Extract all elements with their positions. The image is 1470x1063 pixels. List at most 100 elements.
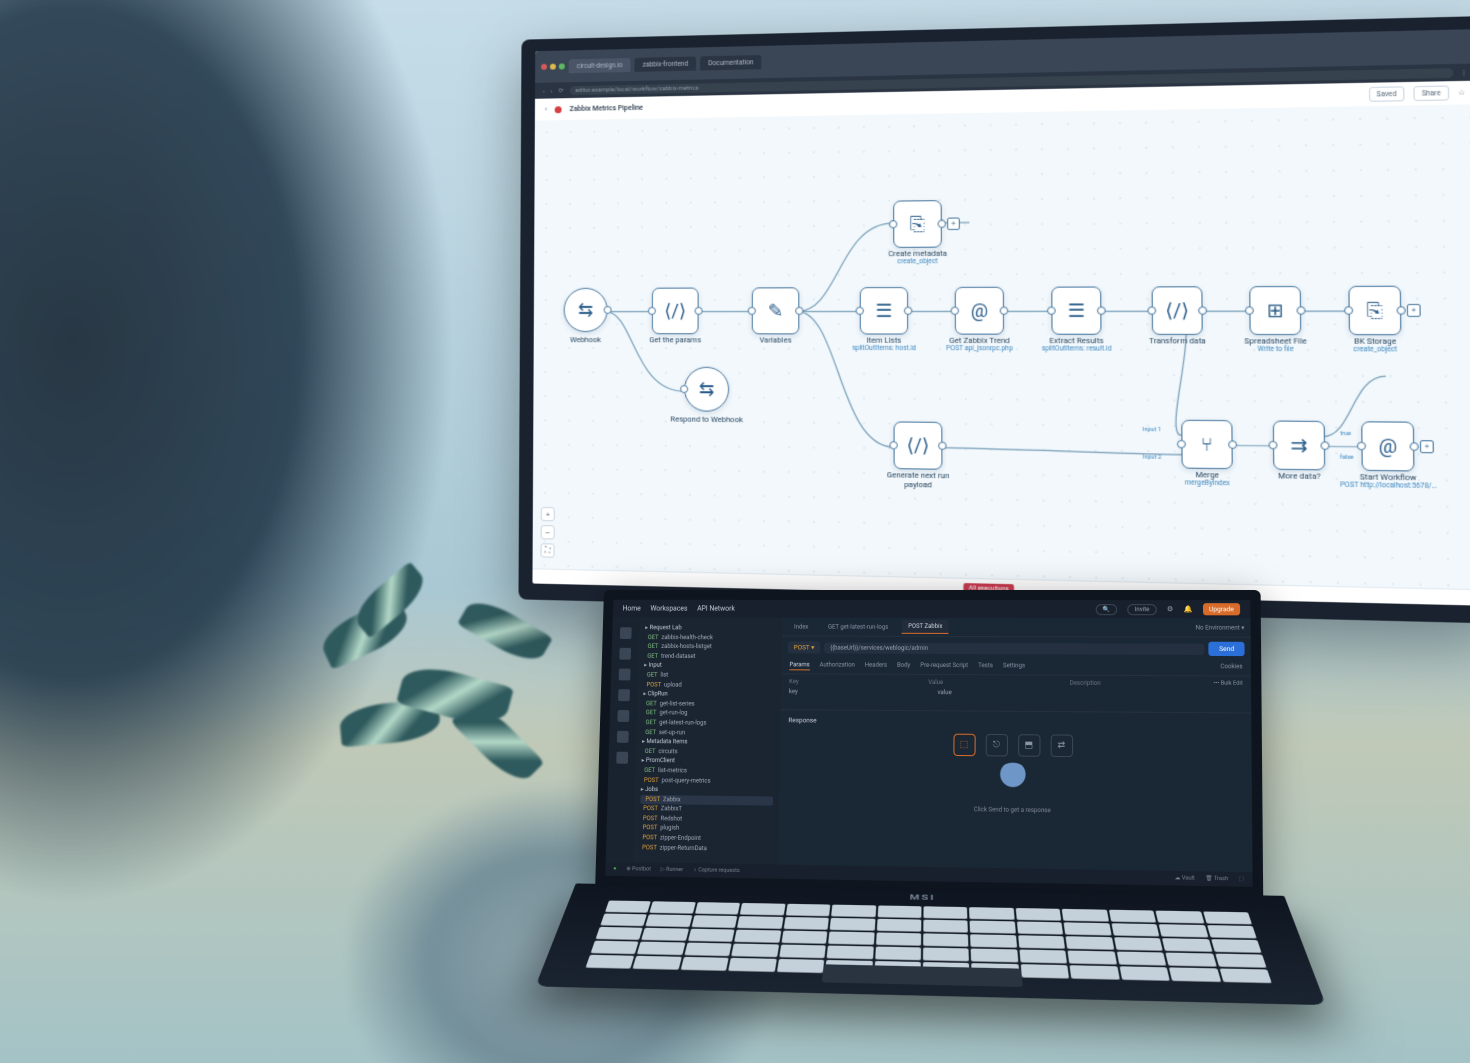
node-generate-next-payload[interactable]: ⟨/⟩ Generate next run payload	[894, 421, 943, 469]
subtab-tests[interactable]: Tests	[978, 662, 993, 671]
keyboard-key[interactable]	[600, 913, 647, 926]
tree-request[interactable]: GETzabbix-health-check	[645, 633, 776, 643]
nav-workspaces[interactable]: Workspaces	[650, 605, 687, 613]
tree-request[interactable]: POSTzipper-ReturnData	[639, 843, 772, 855]
keyboard-key[interactable]	[1207, 925, 1257, 939]
settings-icon[interactable]: ⚙	[1167, 605, 1173, 613]
monitors-icon[interactable]	[617, 710, 629, 722]
keyboard-key[interactable]	[827, 945, 874, 959]
keyboard-key[interactable]	[1018, 935, 1065, 949]
node-get-params[interactable]: ⟨/⟩ Get the params	[652, 288, 699, 335]
keyboard-key[interactable]	[828, 931, 874, 945]
keyboard-key[interactable]	[691, 915, 737, 928]
browser-tab[interactable]: zabbix-frontend	[634, 56, 696, 71]
add-node-icon[interactable]: +	[1420, 440, 1434, 453]
subtab-body[interactable]: Body	[897, 662, 910, 671]
keyboard-key[interactable]	[740, 903, 785, 916]
keyboard-key[interactable]	[923, 906, 967, 919]
params-table[interactable]: ••• Bulk Edit Key Value Description key …	[781, 674, 1251, 704]
node-extract-results[interactable]: ☰ Extract ResultssplitOutItems: result.i…	[1051, 287, 1101, 335]
browser-tab[interactable]: Documentation	[700, 55, 762, 70]
tool-link-icon[interactable]: ⇄	[1050, 735, 1072, 758]
keyboard-key[interactable]	[585, 955, 634, 969]
keyboard-key[interactable]	[1211, 939, 1262, 953]
keyboard-key[interactable]	[1019, 949, 1067, 963]
nav-api-network[interactable]: API Network	[697, 605, 735, 613]
keyboard-key[interactable]	[1062, 909, 1109, 922]
tree-request[interactable]: GETzabbix-hosts-listget	[645, 642, 777, 652]
workflow-canvas[interactable]: ⎘+ Create metadatacreate_object ⇆ Webhoo…	[532, 104, 1470, 605]
zoom-fit-button[interactable]: ⛶	[541, 543, 555, 557]
subtab-params[interactable]: Params	[789, 661, 809, 670]
keyboard-key[interactable]	[1114, 937, 1163, 951]
keyboard-key[interactable]	[1159, 924, 1208, 937]
tree-request[interactable]: GETtrend-dataset	[644, 652, 776, 662]
search-input[interactable]: 🔍	[1096, 604, 1118, 615]
tree-folder[interactable]: ▸ ClipRun	[643, 690, 775, 700]
keyboard-key[interactable]	[1219, 968, 1272, 983]
keyboard-key[interactable]	[876, 919, 921, 932]
node-bk-storage[interactable]: ⎘+ BK Storagecreate_object	[1348, 286, 1401, 336]
node-variables[interactable]: ✎ Variables	[752, 287, 800, 334]
keyboard-key[interactable]	[1156, 911, 1205, 924]
request-tab[interactable]: Index	[788, 620, 814, 633]
no-env-selector[interactable]: No Environment ▾	[1196, 624, 1245, 631]
tree-folder[interactable]: ▸ Request Lab	[645, 623, 776, 633]
node-webhook[interactable]: ⇆ Webhook	[564, 288, 608, 332]
subtab-headers[interactable]: Headers	[865, 662, 887, 671]
keyboard-key[interactable]	[1111, 923, 1159, 936]
keyboard-key[interactable]	[1169, 967, 1221, 982]
node-spreadsheet-file[interactable]: ⊞ Spreadsheet FileWrite to file	[1249, 286, 1301, 335]
keyboard-key[interactable]	[969, 907, 1014, 920]
zoom-out-button[interactable]: −	[541, 525, 555, 539]
subtab-settings[interactable]: Settings	[1003, 662, 1025, 671]
keyboard-key[interactable]	[783, 917, 829, 930]
cookies-link[interactable]: Cookies	[1220, 663, 1242, 672]
bulk-edit-link[interactable]: ••• Bulk Edit	[1213, 680, 1242, 686]
reload-icon[interactable]: ⟳	[558, 87, 563, 94]
history-icon[interactable]	[616, 752, 628, 764]
keyboard-key[interactable]	[923, 933, 969, 947]
tool-cursor-icon[interactable]: ⎋	[985, 734, 1007, 757]
keyboard-key[interactable]	[923, 920, 968, 933]
keyboard-key[interactable]	[637, 942, 685, 956]
keyboard-key[interactable]	[971, 934, 1017, 948]
trackpad[interactable]	[822, 964, 1023, 987]
keyboard-key[interactable]	[1116, 952, 1166, 966]
keyboard-key[interactable]	[591, 941, 639, 955]
keyboard-key[interactable]	[1068, 950, 1117, 964]
keyboard-key[interactable]	[1070, 965, 1120, 980]
status-vault[interactable]: ☁ Vault	[1175, 875, 1195, 882]
collections-tree[interactable]: ▸ Request Lab GETzabbix-health-check GET…	[633, 617, 783, 864]
nav-home[interactable]: Home	[623, 605, 641, 613]
keyboard-key[interactable]	[731, 944, 778, 958]
add-node-icon[interactable]: +	[1407, 304, 1421, 317]
window-controls[interactable]	[541, 63, 565, 69]
keyboard-key[interactable]	[1016, 908, 1062, 921]
keyboard-key[interactable]	[781, 931, 827, 944]
keyboard-key[interactable]	[1166, 953, 1217, 967]
keyboard-key[interactable]	[830, 918, 875, 931]
environments-icon[interactable]	[619, 669, 631, 681]
collections-icon[interactable]	[620, 627, 632, 639]
request-url-input[interactable]: {{baseUrl}}/services/weblogic/admin	[824, 642, 1205, 654]
share-button[interactable]: Share	[1414, 85, 1449, 101]
send-button[interactable]: Send	[1209, 642, 1245, 656]
keyboard-key[interactable]	[642, 928, 689, 941]
request-tab[interactable]: GET get-latest-run-logs	[822, 620, 894, 633]
keyboard-key[interactable]	[595, 927, 643, 940]
subtab-authorization[interactable]: Authorization	[819, 661, 855, 670]
keyboard-key[interactable]	[831, 905, 876, 918]
keyboard-key[interactable]	[1203, 911, 1252, 924]
keyboard-key[interactable]	[605, 900, 651, 913]
node-get-zabbix-trend[interactable]: @ Get Zabbix TrendPOST api_jsonrpc.php	[955, 287, 1004, 335]
keyboard-key[interactable]	[877, 905, 921, 918]
keyboard-key[interactable]	[688, 929, 735, 942]
keyboard-key[interactable]	[1119, 966, 1170, 981]
node-item-lists[interactable]: ☰ Item ListssplitOutItems: host.id	[860, 287, 908, 335]
tree-request[interactable]: GETget-latest-run-logs	[642, 718, 774, 729]
notifications-icon[interactable]: 🔔	[1184, 605, 1193, 613]
node-create-metadata[interactable]: ⎘+ Create metadatacreate_object	[893, 200, 942, 248]
nav-back-icon[interactable]: ‹	[543, 87, 545, 94]
subtab-pre-request-script[interactable]: Pre-request Script	[920, 662, 968, 671]
